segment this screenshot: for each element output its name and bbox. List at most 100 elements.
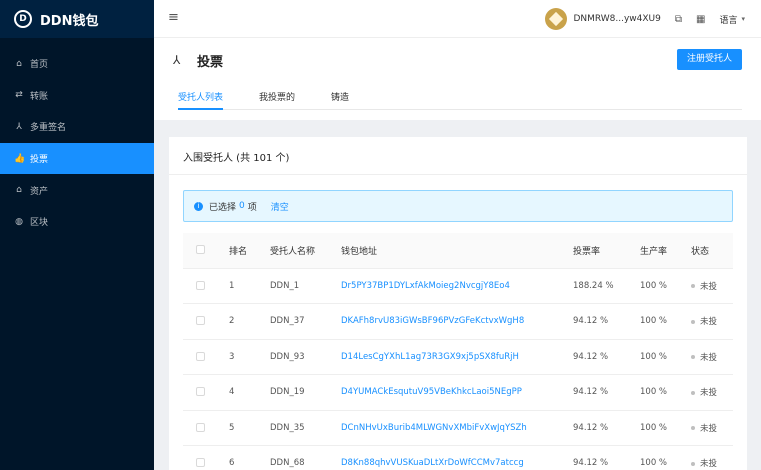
status-text: 未投 — [700, 423, 718, 434]
wallet-address-link[interactable]: DCnNHvUxBurib4MLWGNvXMbiFvXwJqYSZh — [341, 410, 573, 446]
wallet-address-link[interactable]: DKAFh8rvU83iGWsBF96PVzGFeKctvxWgH8 — [341, 303, 573, 340]
delegate-card: 入围受托人 (共 101 个) i 已选择 0 项 清空 排名 受托人名称 钱包… — [169, 137, 747, 470]
alert-prefix: 已选择 — [209, 202, 237, 213]
wallet-address-link-text[interactable]: DKAFh8rvU83iGWsBF96PVzGFeKctvxWgH8 — [341, 316, 524, 326]
wallet-address-link[interactable]: Dr5PY37BP1DYLxfAkMoieg2NvcgjY8Eo4 — [341, 268, 573, 304]
sidebar-item[interactable]: ◍ 区块 — [0, 206, 154, 238]
sidebar-item[interactable]: ⌂ 首页 — [0, 48, 154, 80]
avatar[interactable] — [545, 8, 568, 30]
sidebar-item-label: 资产 — [30, 186, 49, 197]
production-rate-cell: 100 % — [640, 410, 691, 446]
register-delegate-button[interactable]: 注册受托人 — [676, 49, 742, 70]
row-checkbox[interactable] — [196, 351, 205, 361]
row-checkbox-cell — [183, 303, 229, 340]
production-rate-cell-text: 100 % — [640, 422, 668, 433]
rank-cell-text: 1 — [229, 280, 235, 291]
top-header: ≡ DNMRW8...yw4XU9 ⧉ ▦ 语言 ▾ — [154, 0, 761, 38]
rank-cell: 2 — [229, 303, 270, 340]
table-body: 1 DDN_1 Dr5PY37BP1DYLxfAkMoieg2NvcgjY8Eo4 1… — [183, 268, 733, 470]
column-header-vote-rate[interactable]: 投票率 — [573, 233, 640, 269]
column-header-rank[interactable]: 排名 — [229, 233, 270, 269]
delegate-table: 排名 受托人名称 钱包地址 投票率 生产率 状态 1 DDN_1 Dr5PY37BP… — [183, 233, 733, 470]
wallet-address-link[interactable]: D14LesCgYXhL1ag73R3GX9xj5pSX8fuRjH — [341, 339, 573, 375]
wallet-address-link-text[interactable]: Dr5PY37BP1DYLxfAkMoieg2NvcgjY8Eo4 — [341, 281, 510, 291]
sidebar-item[interactable]: ⅄ 多重签名 — [0, 111, 154, 143]
status-cell: 未投 — [691, 303, 733, 340]
multisig-icon: ⅄ — [16, 121, 22, 132]
tab[interactable]: 铸造 — [331, 90, 349, 110]
divider — [169, 174, 747, 175]
row-checkbox[interactable] — [196, 422, 205, 432]
row-checkbox[interactable] — [196, 280, 205, 290]
card-title: 入围受托人 (共 101 个) — [183, 153, 290, 164]
row-checkbox[interactable] — [196, 316, 205, 326]
sidebar-item[interactable]: ⌂ 资产 — [0, 174, 154, 206]
table-row[interactable]: 4 DDN_19 D4YUMACkEsqutuV95VBeKhkcLaoi5NEgP… — [183, 374, 733, 411]
table-row[interactable]: 1 DDN_1 Dr5PY37BP1DYLxfAkMoieg2NvcgjY8Eo4 1… — [183, 268, 733, 304]
language-selector[interactable]: 语言 — [719, 13, 737, 26]
chevron-down-icon[interactable]: ▾ — [741, 15, 745, 23]
sidebar-item[interactable]: ⇄ 转账 — [0, 80, 154, 112]
tab[interactable]: 受托人列表 — [178, 90, 224, 110]
sidebar-item[interactable]: 👍 投票 — [0, 142, 154, 175]
wallet-address-link[interactable]: D8Kn88qhvVUSKuaDLtXrDoWfCCMv7atccg — [341, 445, 573, 470]
sidebar-menu: ⌂ 首页 ⇄ 转账 ⅄ 多重签名 👍 投票 ⌂ 资产 ◍ 区块 — [0, 48, 154, 238]
production-rate-cell-text: 100 % — [640, 351, 668, 362]
table-header-row: 排名 受托人名称 钱包地址 投票率 生产率 状态 — [183, 233, 733, 269]
vote-rate-cell: 94.12 % — [573, 445, 640, 470]
row-checkbox[interactable] — [196, 458, 205, 468]
column-header-address[interactable]: 钱包地址 — [341, 233, 573, 269]
production-rate-cell: 100 % — [640, 445, 691, 470]
copy-icon[interactable]: ⧉ — [675, 14, 682, 25]
tab-bar: 受托人列表 我投票的 铸造 — [178, 90, 742, 110]
menu-fold-icon[interactable]: ≡ — [168, 10, 179, 25]
table-row[interactable]: 5 DDN_35 DCnNHvUxBurib4MLWGNvXMbiFvXwJqYSZ… — [183, 410, 733, 446]
status-dot-icon — [691, 319, 695, 324]
table-row[interactable]: 2 DDN_37 DKAFh8rvU83iGWsBF96PVzGFeKctvxWgH… — [183, 303, 733, 340]
delegate-name-cell-text: DDN_1 — [270, 280, 300, 291]
column-header-name[interactable]: 受托人名称 — [270, 233, 341, 269]
status-text: 未投 — [700, 388, 718, 399]
page-title: 投票 — [197, 55, 224, 70]
page-header: ⅄ 投票 注册受托人 受托人列表 我投票的 铸造 — [154, 38, 761, 120]
vote-rate-cell: 94.12 % — [573, 303, 640, 340]
wallet-address-link-text[interactable]: D14LesCgYXhL1ag73R3GX9xj5pSX8fuRjH — [341, 352, 519, 362]
brand-logo[interactable]: D DDN钱包 — [0, 0, 154, 38]
info-icon: i — [194, 201, 203, 211]
wallet-address-link-text[interactable]: D8Kn88qhvVUSKuaDLtXrDoWfCCMv7atccg — [341, 458, 524, 468]
delegate-name-cell: DDN_35 — [270, 410, 341, 446]
row-checkbox-cell — [183, 339, 229, 375]
row-checkbox-cell — [183, 374, 229, 411]
rank-cell-text: 3 — [229, 351, 235, 362]
production-rate-cell: 100 % — [640, 374, 691, 411]
tab[interactable]: 我投票的 — [259, 90, 295, 110]
selected-count: 0 — [239, 201, 245, 211]
transfer-icon: ⇄ — [15, 90, 23, 101]
sidebar: D DDN钱包 ⌂ 首页 ⇄ 转账 ⅄ 多重签名 👍 投票 ⌂ 资产 ◍ 区块 — [0, 0, 154, 470]
wallet-address-link[interactable]: D4YUMACkEsqutuV95VBeKhkcLaoi5NEgPP — [341, 374, 573, 411]
status-cell: 未投 — [691, 410, 733, 446]
qrcode-icon[interactable]: ▦ — [696, 14, 705, 25]
status-text: 未投 — [700, 317, 718, 328]
column-header-production-rate[interactable]: 生产率 — [640, 233, 691, 269]
wallet-address-link-text[interactable]: D4YUMACkEsqutuV95VBeKhkcLaoi5NEgPP — [341, 387, 522, 397]
table-row[interactable]: 3 DDN_93 D14LesCgYXhL1ag73R3GX9xj5pSX8fuRj… — [183, 339, 733, 375]
vote-rate-cell-text: 188.24 % — [573, 280, 614, 291]
status-dot-icon — [691, 390, 695, 395]
row-checkbox[interactable] — [196, 387, 205, 397]
sidebar-item-label: 区块 — [30, 218, 49, 229]
table-row[interactable]: 6 DDN_68 D8Kn88qhvVUSKuaDLtXrDoWfCCMv7atcc… — [183, 445, 733, 470]
delegate-name-cell-text: DDN_19 — [270, 387, 305, 398]
wallet-address-link-text[interactable]: DCnNHvUxBurib4MLWGNvXMbiFvXwJqYSZh — [341, 423, 527, 433]
rank-cell-text: 5 — [229, 422, 235, 433]
status-dot-icon — [691, 426, 695, 431]
clear-selection-link[interactable]: 清空 — [271, 200, 289, 213]
bank-icon: ⌂ — [16, 185, 22, 196]
account-address[interactable]: DNMRW8...yw4XU9 — [573, 14, 660, 24]
rank-cell-text: 4 — [229, 387, 235, 398]
select-all-checkbox[interactable] — [196, 245, 205, 255]
production-rate-cell-text: 100 % — [640, 280, 668, 291]
selection-alert: i 已选择 0 项 清空 — [183, 190, 733, 222]
column-header-status[interactable]: 状态 — [691, 233, 733, 269]
vote-rate-cell-text: 94.12 % — [573, 458, 609, 469]
